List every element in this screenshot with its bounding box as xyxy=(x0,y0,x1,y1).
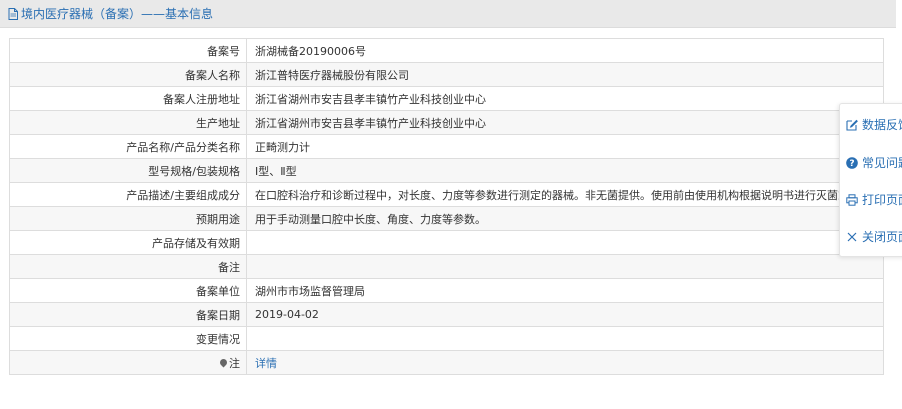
row-value: 浙湖械备20190006号 xyxy=(246,38,884,63)
row-value: 浙江省湖州市安吉县孝丰镇竹产业科技创业中心 xyxy=(246,86,884,111)
print-icon xyxy=(846,193,858,206)
info-table-wrapper: 备案号 浙湖械备20190006号 备案人名称 浙江普特医疗器械股份有限公司 备… xyxy=(9,38,884,375)
row-label: 备案日期 xyxy=(9,302,247,327)
row-label: 备案人注册地址 xyxy=(9,86,247,111)
row-value xyxy=(246,254,884,279)
feedback-button[interactable]: 数据反馈 xyxy=(846,116,902,133)
row-label: 型号规格/包装规格 xyxy=(9,158,247,183)
info-table: 备案号 浙湖械备20190006号 备案人名称 浙江普特医疗器械股份有限公司 备… xyxy=(9,38,884,375)
close-page-button[interactable]: 关闭页面 xyxy=(846,228,902,245)
row-label: 备注 xyxy=(9,254,247,279)
page-title: 境内医疗器械（备案）——基本信息 xyxy=(21,7,214,21)
faq-label: 常见问题 xyxy=(862,156,902,170)
print-button[interactable]: 打印页面 xyxy=(846,191,902,208)
table-row: 变更情况 xyxy=(9,326,884,351)
row-label: 产品描述/主要组成成分 xyxy=(9,182,247,207)
table-row: 注 详情 xyxy=(9,350,884,375)
table-row: 备注 xyxy=(9,254,884,279)
row-label: 变更情况 xyxy=(9,326,247,351)
floating-side-panel: 数据反馈 ? 常见问题 打印页面 关闭页面 xyxy=(839,103,902,257)
row-value: 详情 xyxy=(246,350,884,375)
svg-text:?: ? xyxy=(849,159,854,169)
row-value xyxy=(246,230,884,255)
table-row: 备案号 浙湖械备20190006号 xyxy=(9,38,884,63)
table-row: 预期用途 用于手动测量口腔中长度、角度、力度等参数。 xyxy=(9,206,884,231)
close-icon xyxy=(847,232,857,241)
row-value: 用于手动测量口腔中长度、角度、力度等参数。 xyxy=(246,206,884,231)
page-header: 境内医疗器械（备案）——基本信息 xyxy=(0,0,896,28)
row-label: 预期用途 xyxy=(9,206,247,231)
table-row: 备案单位 湖州市市场监督管理局 xyxy=(9,278,884,303)
table-row: 产品描述/主要组成成分 在口腔科治疗和诊断过程中，对长度、力度等参数进行测定的器… xyxy=(9,182,884,207)
row-value: 正畸测力计 xyxy=(246,134,884,159)
feedback-label: 数据反馈 xyxy=(862,118,902,132)
pin-icon xyxy=(218,357,229,367)
table-row: 备案人注册地址 浙江省湖州市安吉县孝丰镇竹产业科技创业中心 xyxy=(9,86,884,111)
row-label: 产品存储及有效期 xyxy=(9,230,247,255)
document-icon xyxy=(8,7,18,20)
table-row: 备案人名称 浙江普特医疗器械股份有限公司 xyxy=(9,62,884,87)
row-label: 备案号 xyxy=(9,38,247,63)
faq-button[interactable]: ? 常见问题 xyxy=(846,154,902,171)
table-row: 产品存储及有效期 xyxy=(9,230,884,255)
table-row: 产品名称/产品分类名称 正畸测力计 xyxy=(9,134,884,159)
row-value: 2019-04-02 xyxy=(246,302,884,327)
row-label: 产品名称/产品分类名称 xyxy=(9,134,247,159)
row-label-note: 注 xyxy=(9,350,247,375)
question-icon: ? xyxy=(846,156,858,169)
row-value: Ⅰ型、Ⅱ型 xyxy=(246,158,884,183)
row-value: 在口腔科治疗和诊断过程中，对长度、力度等参数进行测定的器械。非无菌提供。使用前由… xyxy=(246,182,884,207)
row-label: 备案单位 xyxy=(9,278,247,303)
print-label: 打印页面 xyxy=(862,193,902,207)
row-value xyxy=(246,326,884,351)
close-page-label: 关闭页面 xyxy=(862,230,902,244)
row-label: 备案人名称 xyxy=(9,62,247,87)
row-value: 浙江省湖州市安吉县孝丰镇竹产业科技创业中心 xyxy=(246,110,884,135)
table-row: 备案日期 2019-04-02 xyxy=(9,302,884,327)
edit-icon xyxy=(846,119,858,131)
row-value: 浙江普特医疗器械股份有限公司 xyxy=(246,62,884,87)
row-value: 湖州市市场监督管理局 xyxy=(246,278,884,303)
table-row: 型号规格/包装规格 Ⅰ型、Ⅱ型 xyxy=(9,158,884,183)
row-label: 生产地址 xyxy=(9,110,247,135)
details-link[interactable]: 详情 xyxy=(255,357,277,370)
note-label: 注 xyxy=(229,356,240,370)
table-row: 生产地址 浙江省湖州市安吉县孝丰镇竹产业科技创业中心 xyxy=(9,110,884,135)
page: 境内医疗器械（备案）——基本信息 备案号 浙湖械备20190006号 备案人名称… xyxy=(0,0,902,409)
